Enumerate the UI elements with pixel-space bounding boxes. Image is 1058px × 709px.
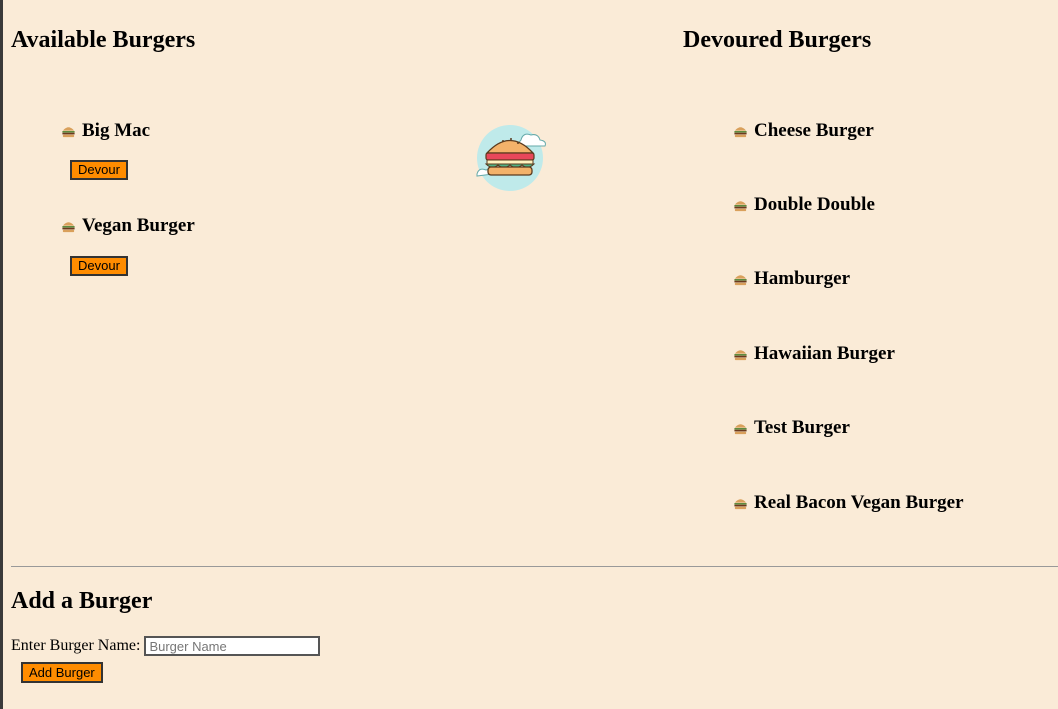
window-edge	[0, 0, 3, 709]
burger-emoji-icon	[62, 126, 75, 137]
burger-name-label: Hamburger	[754, 268, 851, 289]
available-burger-item: Big Mac	[61, 120, 150, 142]
burger-name-label: Big Mac	[82, 120, 151, 141]
burger-name-label: Double Double	[754, 194, 875, 215]
devoured-burger-item: Cheese Burger	[733, 120, 874, 142]
burger-name-label: Vegan Burger	[82, 215, 195, 236]
add-burger-heading: Add a Burger	[11, 588, 153, 614]
add-burger-button[interactable]: Add Burger	[21, 662, 103, 683]
burger-name-label: Cheese Burger	[754, 120, 874, 141]
burger-emoji-icon	[734, 200, 747, 211]
burger-name-input[interactable]	[144, 636, 321, 656]
burger-logo-icon	[476, 125, 546, 191]
devoured-burger-item: Test Burger	[733, 417, 850, 439]
available-burger-item: Vegan Burger	[61, 215, 195, 237]
burger-emoji-icon	[734, 498, 747, 509]
burger-name-label: Test Burger	[754, 417, 850, 438]
burger-emoji-icon	[62, 221, 75, 232]
burger-name-label: Real Bacon Vegan Burger	[754, 492, 964, 513]
burger-name-label: Enter Burger Name:	[11, 637, 141, 654]
devoured-burger-item: Hawaiian Burger	[733, 343, 895, 365]
devoured-burger-item: Real Bacon Vegan Burger	[733, 492, 964, 514]
devoured-burger-item: Double Double	[733, 194, 875, 216]
page: Available Burgers Devoured Burgers Big M…	[11, 0, 1058, 709]
burger-emoji-icon	[734, 423, 747, 434]
devoured-burger-item: Hamburger	[733, 268, 850, 290]
burger-emoji-icon	[734, 126, 747, 137]
section-divider	[11, 566, 1058, 567]
burger-emoji-icon	[734, 349, 747, 360]
available-burgers-heading: Available Burgers	[11, 27, 196, 53]
burger-emoji-icon	[734, 274, 747, 285]
burger-name-label: Hawaiian Burger	[754, 343, 895, 364]
devour-button[interactable]: Devour	[70, 256, 128, 276]
devoured-burgers-heading: Devoured Burgers	[683, 27, 872, 53]
add-burger-form: Enter Burger Name:	[11, 636, 321, 656]
devour-button[interactable]: Devour	[70, 160, 128, 180]
